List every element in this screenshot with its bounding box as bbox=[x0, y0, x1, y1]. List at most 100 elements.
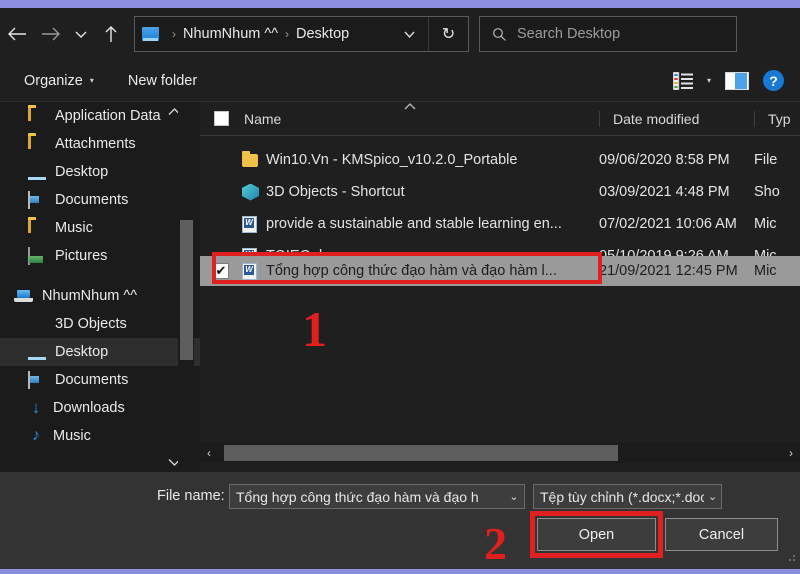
table-row[interactable]: 3D Objects - Shortcut 03/09/2021 4:48 PM… bbox=[200, 178, 800, 206]
tree-item-this-pc[interactable]: NhumNhum ^^ bbox=[0, 282, 200, 310]
column-header-name-label: Name bbox=[244, 111, 281, 127]
tree-item-label: Desktop bbox=[55, 344, 108, 360]
annotation-marker-2: 2 bbox=[484, 517, 507, 570]
filename-input[interactable]: Tổng hợp công thức đạo hàm và đạo h ⌄ bbox=[229, 484, 525, 509]
tree-item-pictures[interactable]: Pictures bbox=[0, 242, 200, 270]
tree-item-label: Documents bbox=[55, 372, 128, 388]
chevron-right-icon[interactable]: › bbox=[782, 446, 800, 460]
column-header-type[interactable]: Typ bbox=[754, 111, 800, 127]
pictures-icon bbox=[28, 248, 46, 264]
filename-value: Tổng hợp công thức đạo hàm và đạo h bbox=[236, 489, 479, 505]
folder-icon bbox=[242, 154, 266, 167]
file-date: 09/06/2020 8:58 PM bbox=[599, 152, 754, 168]
file-name: Tổng hợp công thức đạo hàm và đạo hàm l.… bbox=[266, 263, 599, 279]
column-header-name[interactable]: Name bbox=[242, 111, 599, 127]
annotation-marker-1: 1 bbox=[302, 300, 327, 358]
file-name: provide a sustainable and stable learnin… bbox=[266, 216, 599, 232]
3d-objects-icon bbox=[28, 316, 46, 332]
music-icon: ♪ bbox=[28, 428, 44, 444]
tree-item-documents[interactable]: Documents bbox=[0, 186, 200, 214]
table-row[interactable]: Win10.Vn - KMSpico_v10.2.0_Portable 09/0… bbox=[200, 146, 800, 174]
new-folder-label: New folder bbox=[128, 73, 197, 89]
tree-item-music-pc[interactable]: ♪ Music bbox=[0, 422, 200, 450]
tree-group-divider bbox=[0, 270, 200, 282]
documents-icon bbox=[28, 192, 46, 208]
new-folder-button[interactable]: New folder bbox=[118, 69, 207, 93]
file-list: Name Date modified Typ Win10.Vn - KMSpic… bbox=[200, 102, 800, 472]
sidebar-scrollbar-thumb[interactable] bbox=[180, 220, 193, 360]
tree-item-desktop[interactable]: Desktop bbox=[0, 158, 200, 186]
tree-item-desktop-selected[interactable]: Desktop bbox=[0, 338, 200, 366]
select-all-checkbox[interactable] bbox=[200, 111, 242, 126]
search-box[interactable]: Search Desktop bbox=[479, 16, 737, 52]
tree-item-label: Documents bbox=[55, 192, 128, 208]
tree-item-label: Downloads bbox=[53, 400, 125, 416]
resize-grip-icon[interactable] bbox=[786, 552, 796, 562]
file-type: Sho bbox=[754, 184, 800, 200]
word-document-icon bbox=[242, 216, 266, 233]
up-button[interactable] bbox=[94, 14, 128, 54]
tree-item-label: NhumNhum ^^ bbox=[42, 288, 137, 304]
breadcrumb-separator: › bbox=[285, 27, 289, 41]
help-icon[interactable]: ? bbox=[763, 70, 784, 91]
column-header-date-modified[interactable]: Date modified bbox=[599, 111, 754, 127]
filename-label: File name: bbox=[157, 488, 225, 504]
tree-item-label: Music bbox=[53, 428, 91, 444]
command-bar-right: ▾ ? bbox=[673, 70, 800, 91]
chevron-down-icon[interactable]: ⌄ bbox=[704, 490, 721, 503]
table-row[interactable]: provide a sustainable and stable learnin… bbox=[200, 210, 800, 238]
view-list-icon[interactable] bbox=[673, 72, 693, 90]
search-input[interactable]: Search Desktop bbox=[517, 26, 620, 42]
organize-button[interactable]: Organize ▾ bbox=[14, 69, 104, 93]
organize-label: Organize bbox=[24, 73, 83, 89]
tree-item-label: 3D Objects bbox=[55, 316, 127, 332]
table-row-selected[interactable]: ✔ Tổng hợp công thức đạo hàm và đạo hàm … bbox=[200, 256, 800, 286]
file-type: Mic bbox=[754, 216, 800, 232]
back-button[interactable] bbox=[0, 14, 34, 54]
refresh-icon[interactable]: ↻ bbox=[428, 17, 468, 51]
sidebar-scrollbar[interactable] bbox=[178, 102, 194, 472]
tree-item-attachments[interactable]: Attachments bbox=[0, 130, 200, 158]
scrollbar-track[interactable] bbox=[218, 444, 782, 462]
tree-item-label: Desktop bbox=[55, 164, 108, 180]
tree-item-music[interactable]: Music bbox=[0, 214, 200, 242]
file-date: 03/09/2021 4:48 PM bbox=[599, 184, 754, 200]
row-checkbox-checked[interactable]: ✔ bbox=[200, 263, 242, 279]
navigation-bar: › NhumNhum ^^ › Desktop ↻ Search Desktop bbox=[0, 8, 800, 60]
preview-pane-icon[interactable] bbox=[725, 72, 749, 90]
accent-strip-bottom bbox=[0, 569, 800, 574]
chevron-left-icon[interactable]: ‹ bbox=[200, 446, 218, 460]
file-name: 3D Objects - Shortcut bbox=[266, 184, 599, 200]
desktop-icon bbox=[28, 164, 46, 180]
address-dropdown-icon[interactable] bbox=[396, 17, 422, 51]
file-open-dialog: › NhumNhum ^^ › Desktop ↻ Search Desktop… bbox=[0, 0, 800, 574]
breadcrumb-item-desktop[interactable]: Desktop bbox=[296, 26, 349, 42]
tree-item-label: Attachments bbox=[55, 136, 136, 152]
tree-item-label: Application Data bbox=[55, 108, 161, 124]
tree-item-downloads[interactable]: ↓ Downloads bbox=[0, 394, 200, 422]
cancel-button[interactable]: Cancel bbox=[665, 518, 778, 551]
this-pc-icon bbox=[14, 289, 33, 303]
folder-icon bbox=[28, 108, 46, 124]
file-date: 07/02/2021 10:06 AM bbox=[599, 216, 754, 232]
chevron-down-icon[interactable]: ⌄ bbox=[504, 490, 524, 503]
file-type: Mic bbox=[754, 263, 800, 279]
filetype-dropdown[interactable]: Tệp tùy chỉnh (*.docx;*.doc;*.do ⌄ bbox=[533, 484, 722, 509]
checkmark-icon[interactable]: ✔ bbox=[213, 263, 229, 279]
file-list-header: Name Date modified Typ bbox=[200, 102, 800, 136]
file-list-horizontal-scrollbar[interactable]: ‹ › bbox=[200, 443, 800, 463]
scrollbar-thumb[interactable] bbox=[224, 445, 618, 461]
file-date: 21/09/2021 12:45 PM bbox=[599, 263, 754, 279]
breadcrumb-item-user[interactable]: NhumNhum ^^ bbox=[183, 26, 278, 42]
view-dropdown-icon[interactable]: ▾ bbox=[707, 76, 711, 85]
filetype-value: Tệp tùy chỉnh (*.docx;*.doc;*.do bbox=[540, 489, 704, 505]
shortcut-3d-icon bbox=[242, 184, 266, 201]
address-bar[interactable]: › NhumNhum ^^ › Desktop ↻ bbox=[134, 16, 469, 52]
forward-button[interactable] bbox=[34, 14, 68, 54]
recent-locations-button[interactable] bbox=[68, 14, 94, 54]
folder-icon bbox=[28, 136, 46, 152]
tree-item-documents-pc[interactable]: Documents bbox=[0, 366, 200, 394]
search-icon bbox=[492, 27, 507, 42]
open-button[interactable]: Open bbox=[537, 518, 656, 551]
tree-item-3d-objects[interactable]: 3D Objects bbox=[0, 310, 200, 338]
